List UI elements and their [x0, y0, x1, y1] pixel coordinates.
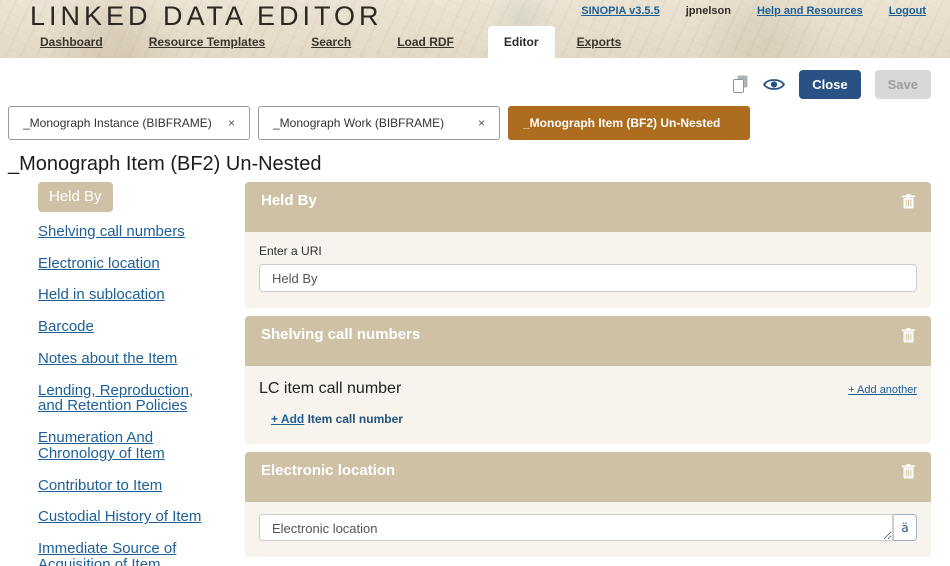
panel-held-by: Held By Enter a URI — [245, 182, 931, 308]
nav-resource-templates[interactable]: Resource Templates — [137, 26, 278, 58]
language-button[interactable]: ä — [893, 514, 917, 541]
panel-electronic-location-header: Electronic location — [245, 452, 931, 502]
trash-icon[interactable] — [900, 326, 917, 348]
sidebar-item-notes-about-the-item[interactable]: Notes about the Item — [38, 350, 216, 367]
close-icon[interactable]: × — [224, 114, 239, 132]
uri-field-label: Enter a URI — [259, 244, 322, 258]
panel-title: Electronic location — [261, 462, 396, 479]
username: jpnelson — [685, 5, 731, 17]
add-target: Item call number — [307, 412, 403, 426]
sidebar-item-held-in-sublocation[interactable]: Held in sublocation — [38, 287, 216, 303]
sidebar-item-shelving-call-numbers[interactable]: Shelving call numbers — [38, 223, 216, 240]
close-button[interactable]: Close — [799, 69, 861, 99]
nav-dashboard[interactable]: Dashboard — [28, 26, 115, 58]
add-item-call-number-link[interactable]: + Add Item call number — [271, 412, 917, 426]
property-row: LC item call number + Add another — [259, 380, 917, 398]
version-link[interactable]: SINOPIA v3.5.5 — [581, 5, 659, 17]
copy-icon[interactable] — [733, 75, 749, 93]
main-nav: Dashboard Resource Templates Search Load… — [28, 26, 655, 58]
panel-shelving-body: LC item call number + Add another + Add … — [245, 366, 931, 444]
sidebar-item-immediate-source-acquisition[interactable]: Immediate Source of Acquisition of Item — [38, 541, 216, 566]
nav-editor[interactable]: Editor — [487, 26, 555, 58]
panel-title: Held By — [261, 192, 317, 209]
add-prefix: + Add — [271, 412, 305, 426]
trash-icon[interactable] — [900, 462, 917, 484]
header-links: SINOPIA v3.5.5 jpnelson Help and Resourc… — [581, 5, 926, 17]
panel-shelving-call-numbers: Shelving call numbers LC item call numbe… — [245, 316, 931, 444]
literal-input-row: ä — [259, 514, 917, 541]
property-label: LC item call number — [259, 380, 402, 397]
panel-electronic-location: Electronic location ä — [245, 452, 931, 557]
resource-tabs: _Monograph Instance (BIBFRAME) × _Monogr… — [0, 106, 950, 140]
sidebar-item-contributor-to-item[interactable]: Contributor to Item — [38, 477, 216, 494]
page-title: _Monograph Item (BF2) Un-Nested — [8, 153, 322, 175]
save-button[interactable]: Save — [874, 69, 931, 99]
held-by-uri-input[interactable] — [259, 264, 917, 292]
trash-icon[interactable] — [900, 192, 917, 214]
panel-shelving-header: Shelving call numbers — [245, 316, 931, 366]
electronic-location-input[interactable] — [259, 514, 893, 541]
resource-tab-label: _Monograph Instance (BIBFRAME) — [23, 116, 212, 130]
nav-search[interactable]: Search — [299, 26, 363, 58]
resource-tab-monograph-instance[interactable]: _Monograph Instance (BIBFRAME) × — [8, 106, 250, 140]
sidebar-item-custodial-history[interactable]: Custodial History of Item — [38, 509, 216, 525]
logout-link[interactable]: Logout — [889, 5, 926, 17]
nav-load-rdf[interactable]: Load RDF — [385, 26, 466, 58]
sidebar-item-held-by[interactable]: Held By — [38, 182, 113, 212]
property-panels: Held By Enter a URI Held By Shelving cal… — [245, 182, 950, 565]
resource-tab-label: _Monograph Item (BF2) Un-Nested — [523, 116, 721, 130]
resource-tab-monograph-item[interactable]: _Monograph Item (BF2) Un-Nested — [508, 106, 750, 140]
panel-title: Shelving call numbers — [261, 326, 421, 343]
help-link[interactable]: Help and Resources — [757, 5, 863, 17]
editor-toolbar: Close Save — [0, 58, 950, 106]
site-header: LINKED DATA EDITOR SINOPIA v3.5.5 jpnels… — [0, 0, 950, 58]
close-icon[interactable]: × — [474, 114, 489, 132]
resource-tab-monograph-work[interactable]: _Monograph Work (BIBFRAME) × — [258, 106, 500, 140]
sidebar-item-lending-reproduction-retention[interactable]: Lending, Reproduction, and Retention Pol… — [38, 382, 216, 415]
nav-exports[interactable]: Exports — [565, 26, 634, 58]
add-another-link[interactable]: + Add another — [848, 384, 917, 396]
resource-tab-label: _Monograph Work (BIBFRAME) — [273, 116, 445, 130]
property-nav: Held By Shelving call numbers Electronic… — [0, 182, 245, 566]
sidebar-item-enumeration-chronology[interactable]: Enumeration And Chronology of Item — [38, 430, 216, 462]
panel-electronic-location-body: ä — [245, 502, 931, 557]
eye-icon[interactable] — [763, 77, 786, 92]
sidebar-item-barcode[interactable]: Barcode — [38, 319, 216, 335]
panel-held-by-body: Enter a URI — [245, 232, 931, 308]
sidebar-item-electronic-location[interactable]: Electronic location — [38, 255, 216, 272]
editor-body: Held By Shelving call numbers Electronic… — [0, 182, 950, 566]
panel-held-by-header: Held By — [245, 182, 931, 232]
